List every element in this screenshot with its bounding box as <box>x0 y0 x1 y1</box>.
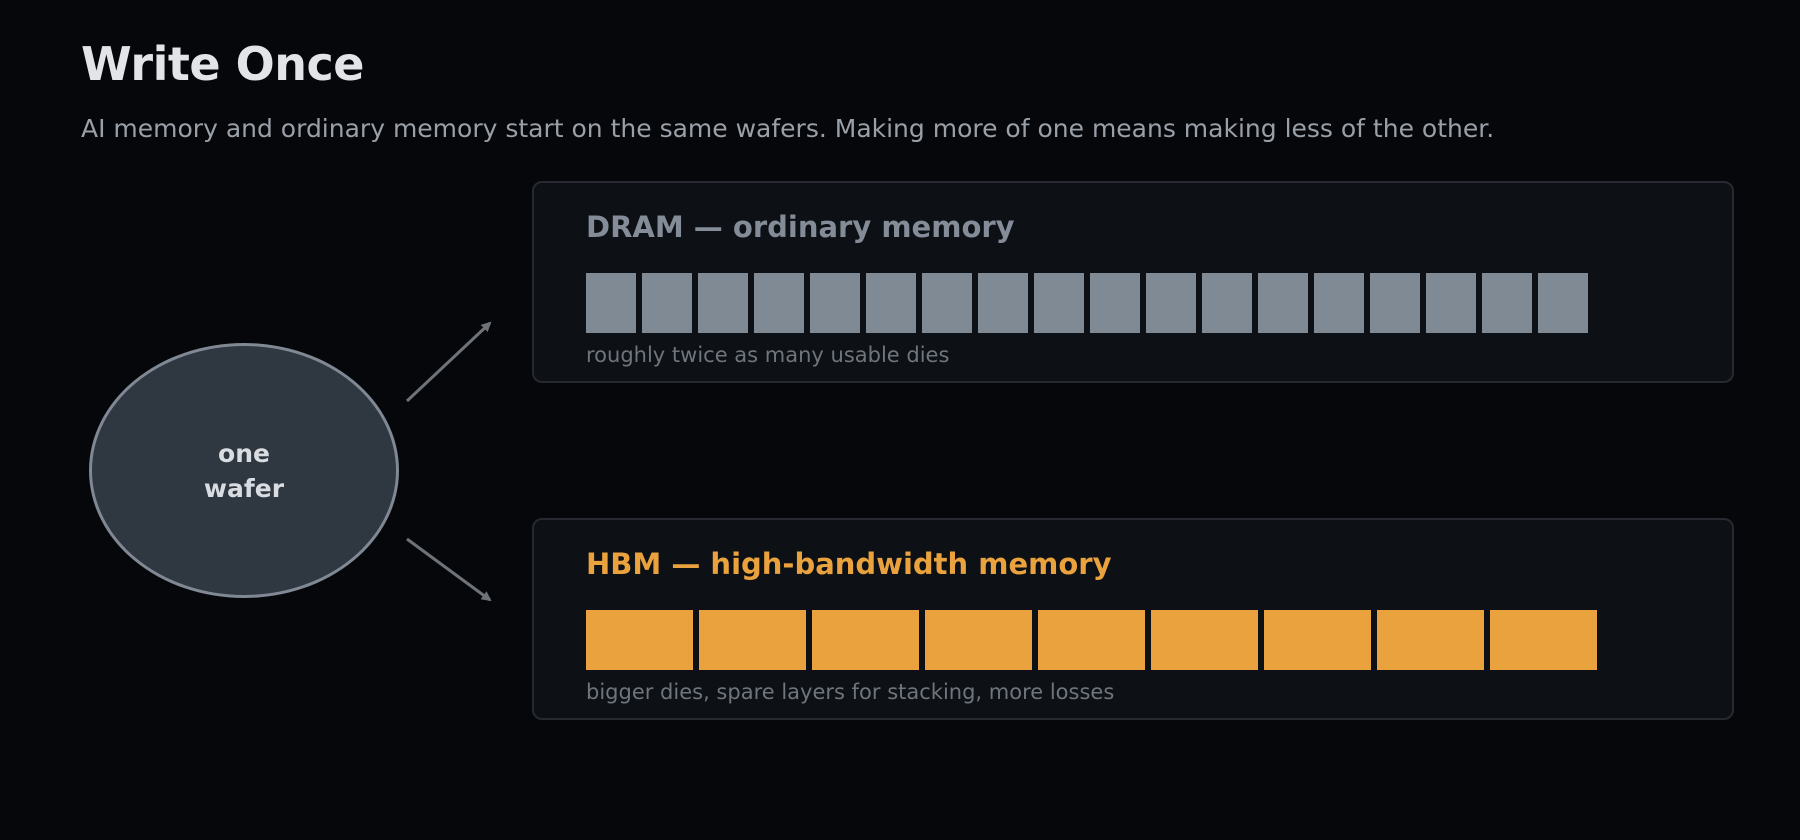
dram-die <box>1090 273 1140 333</box>
hbm-card: HBM — high-bandwidth memory bigger dies,… <box>532 518 1734 720</box>
dram-die <box>1426 273 1476 333</box>
hbm-title: HBM — high-bandwidth memory <box>586 547 1112 581</box>
dram-die <box>1034 273 1084 333</box>
hbm-die <box>699 610 806 670</box>
dram-die <box>922 273 972 333</box>
wafer-node: one wafer <box>89 343 399 598</box>
dram-die <box>866 273 916 333</box>
hbm-caption: bigger dies, spare layers for stacking, … <box>586 680 1115 704</box>
dram-die <box>1538 273 1588 333</box>
dram-die <box>1482 273 1532 333</box>
hbm-die <box>586 610 693 670</box>
dram-die <box>978 273 1028 333</box>
hbm-die <box>1151 610 1258 670</box>
dram-die <box>810 273 860 333</box>
arrow-to-hbm <box>406 537 492 602</box>
dram-die <box>1258 273 1308 333</box>
hbm-die <box>1264 610 1371 670</box>
hbm-die <box>1377 610 1484 670</box>
hbm-die-row <box>586 610 1597 670</box>
diagram-page: Write Once AI memory and ordinary memory… <box>0 0 1800 840</box>
hbm-die <box>925 610 1032 670</box>
dram-die <box>1370 273 1420 333</box>
dram-die <box>1146 273 1196 333</box>
dram-die <box>754 273 804 333</box>
hbm-die <box>1490 610 1597 670</box>
hbm-die <box>812 610 919 670</box>
hbm-die <box>1038 610 1145 670</box>
dram-die <box>642 273 692 333</box>
dram-die <box>1202 273 1252 333</box>
dram-die-row <box>586 273 1588 333</box>
dram-die <box>586 273 636 333</box>
page-title: Write Once <box>81 37 364 91</box>
wafer-label-line2: wafer <box>203 473 285 503</box>
wafer-label: one wafer <box>184 436 304 506</box>
wafer-label-line1: one <box>218 438 270 468</box>
dram-card: DRAM — ordinary memory roughly twice as … <box>532 181 1734 383</box>
page-subtitle: AI memory and ordinary memory start on t… <box>81 114 1495 143</box>
dram-title: DRAM — ordinary memory <box>586 210 1015 244</box>
dram-caption: roughly twice as many usable dies <box>586 343 950 367</box>
dram-die <box>1314 273 1364 333</box>
dram-die <box>698 273 748 333</box>
arrow-to-dram <box>405 321 492 403</box>
